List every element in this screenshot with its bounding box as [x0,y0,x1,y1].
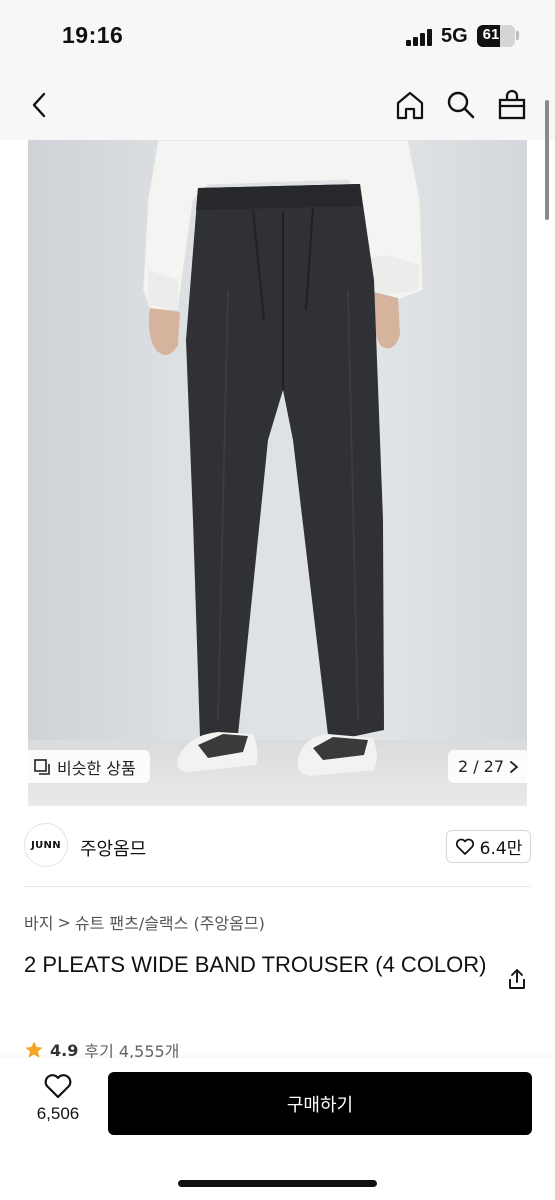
similar-products-icon [34,758,50,775]
image-page-counter[interactable]: 2 / 27 [448,750,530,783]
star-icon [25,1041,43,1058]
back-button[interactable] [20,85,60,125]
battery-percent: 61 [482,26,500,43]
battery-cap [516,31,519,40]
breadcrumb-subcategory[interactable]: 슈트 팬츠/슬랙스 (주앙옴므) [75,910,265,934]
rating-score: 4.9 [50,1040,79,1060]
status-time: 19:16 [62,22,124,48]
home-icon [396,91,424,120]
product-image[interactable] [28,140,527,806]
heart-icon [44,1074,72,1099]
product-title: 2 PLEATS WIDE BAND TROUSER (4 COLOR) [24,952,487,977]
breadcrumb-separator: > [57,912,71,932]
shopping-bag-icon [498,89,526,120]
share-icon [509,969,525,989]
search-button[interactable] [441,85,481,125]
similar-products-label: 비슷한 상품 [57,758,136,778]
similar-products-button[interactable]: 비슷한 상품 [22,750,150,783]
bottom-purchase-bar: 6,506 구매하기 [0,1058,555,1200]
seller-logo[interactable]: JUNN [24,823,68,867]
home-button[interactable] [390,85,430,125]
cellular-signal-icon [406,28,434,46]
wishlist-button[interactable]: 6,506 [28,1073,88,1133]
status-bar: 19:16 5G 61 [0,0,555,70]
wishlist-count: 6,506 [36,1104,80,1123]
top-nav [0,70,555,140]
breadcrumb-category[interactable]: 바지 [24,910,53,934]
scroll-indicator[interactable] [545,100,549,220]
seller-row: JUNN 주앙옴므 6.4만 [0,806,555,886]
cart-button[interactable] [492,85,532,125]
heart-icon [455,838,474,855]
search-icon [447,91,475,119]
chevron-right-icon [510,760,519,773]
product-photo [142,140,424,776]
home-indicator [178,1180,377,1187]
battery-icon: 61 [477,25,515,47]
breadcrumb: 바지 > 슈트 팬츠/슬랙스 (주앙옴므) [24,910,265,934]
page-counter-text: 2 / 27 [457,757,505,776]
buy-button[interactable]: 구매하기 [108,1072,532,1135]
divider [24,886,531,887]
network-type: 5G [441,25,468,47]
seller-name[interactable]: 주앙옴므 [80,835,146,861]
share-button[interactable] [503,965,531,993]
brand-like-count: 6.4만 [479,839,523,859]
back-icon [32,92,46,118]
brand-like-button[interactable]: 6.4만 [446,830,531,863]
